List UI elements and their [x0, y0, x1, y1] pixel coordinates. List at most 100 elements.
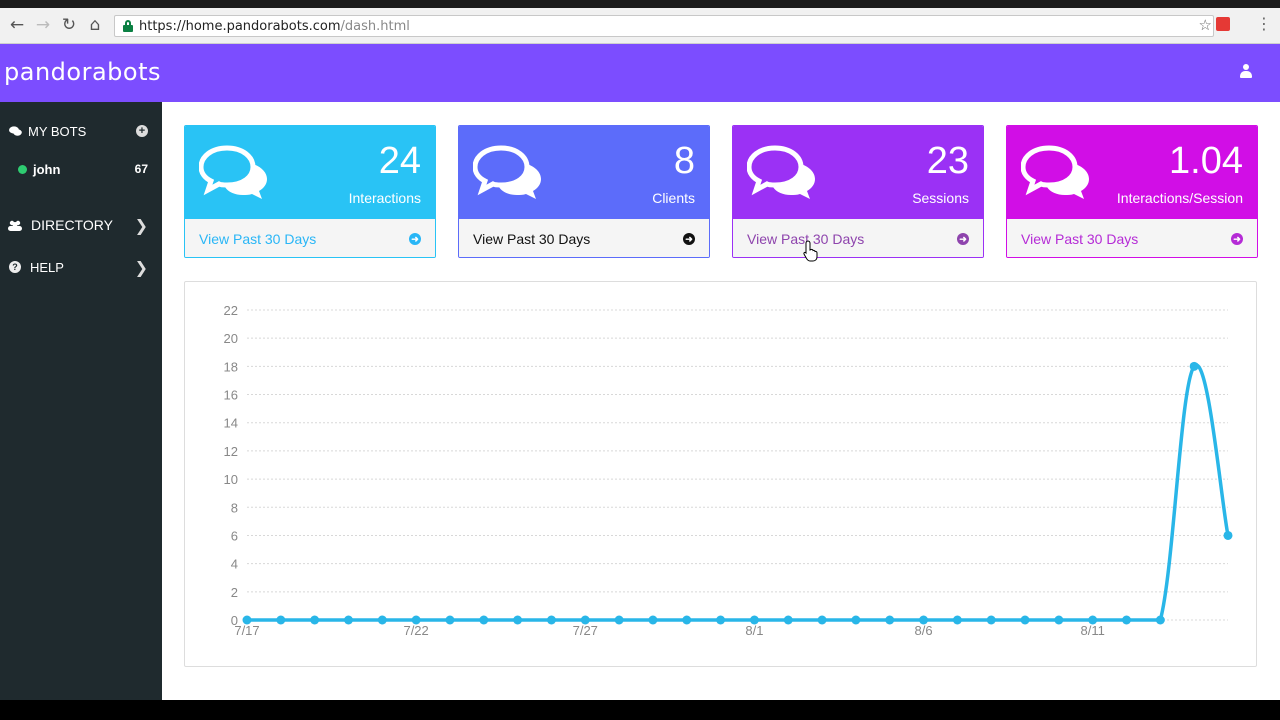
data-point[interactable]: [276, 615, 286, 625]
data-point[interactable]: [377, 615, 387, 625]
data-point[interactable]: [343, 615, 353, 625]
data-point[interactable]: [885, 615, 895, 625]
url-host: https://home.pandorabots.com: [139, 18, 341, 34]
data-point[interactable]: [411, 615, 421, 625]
data-point[interactable]: [1088, 615, 1098, 625]
data-point[interactable]: [851, 615, 861, 625]
data-point[interactable]: [1155, 615, 1165, 625]
data-point[interactable]: [1189, 361, 1199, 371]
users-icon: [8, 218, 22, 232]
data-point[interactable]: [479, 615, 489, 625]
y-tick-label: 10: [224, 472, 238, 487]
bottom-edge: [0, 700, 1280, 720]
sidebar-item-bot-john[interactable]: john 67: [0, 154, 162, 184]
stat-card-header: 24 Interactions: [185, 126, 435, 219]
stat-value: 24: [378, 140, 421, 182]
data-point[interactable]: [648, 615, 658, 625]
link-text: View Past 30 Days: [473, 231, 591, 247]
sidebar-item-directory[interactable]: DIRECTORY ❯: [0, 210, 162, 240]
comments-icon: [8, 124, 22, 138]
data-point[interactable]: [783, 615, 793, 625]
address-bar[interactable]: https://home.pandorabots.com/dash.html: [114, 15, 1214, 37]
y-tick-label: 22: [224, 303, 238, 318]
y-tick-label: 18: [224, 359, 238, 374]
main-content: 24 Interactions View Past 30 Days ➜ 8 Cl…: [162, 102, 1280, 700]
arrow-circle-right-icon: ➜: [409, 233, 421, 245]
arrow-circle-right-icon: ➜: [683, 233, 695, 245]
stat-card-interactions: 24 Interactions View Past 30 Days ➜: [184, 125, 436, 258]
lock-icon: [123, 20, 133, 32]
stat-label: Clients: [652, 190, 695, 206]
stat-card-header: 8 Clients: [459, 126, 709, 219]
online-status-dot: [18, 164, 27, 174]
sidebar-item-help[interactable]: ? HELP ❯: [0, 252, 162, 282]
line-chart: 02468101214161820227/17 7/22 7/27 8/1 8/6 8/1…: [224, 303, 1233, 638]
stat-card-sessions: 23 Sessions View Past 30 Days ➜: [732, 125, 984, 258]
data-point[interactable]: [614, 615, 624, 625]
stat-label: Interactions: [348, 190, 421, 206]
comments-icon: [747, 145, 815, 199]
data-point[interactable]: [952, 615, 962, 625]
chevron-right-icon: ❯: [134, 257, 148, 277]
bot-count: 67: [134, 162, 148, 176]
sidebar-item-my-bots[interactable]: MY BOTS +: [0, 116, 162, 146]
arrow-right-icon[interactable]: →: [32, 14, 54, 36]
x-tick-label: 8/1: [745, 623, 763, 638]
data-point[interactable]: [986, 615, 996, 625]
browser-menu-icon[interactable]: ⋮: [1256, 14, 1272, 33]
sidebar: [0, 102, 162, 700]
view-past-30-days-link[interactable]: View Past 30 Days ➜: [733, 219, 983, 257]
x-tick-label: 7/17: [234, 623, 259, 638]
arrow-circle-right-icon: ➜: [1231, 233, 1243, 245]
data-point[interactable]: [310, 615, 320, 625]
y-tick-label: 2: [231, 585, 238, 600]
plus-circle-icon[interactable]: +: [136, 125, 148, 137]
data-point[interactable]: [513, 615, 523, 625]
y-tick-label: 6: [231, 528, 238, 543]
y-tick-label: 14: [224, 416, 238, 431]
view-past-30-days-link[interactable]: View Past 30 Days ➜: [1007, 219, 1257, 257]
stat-label: Interactions/Session: [1116, 190, 1243, 206]
data-point[interactable]: [749, 615, 759, 625]
data-point[interactable]: [817, 615, 827, 625]
home-icon[interactable]: ⌂: [84, 14, 106, 36]
sidebar-item-label: DIRECTORY: [31, 217, 113, 233]
y-tick-label: 16: [224, 388, 238, 403]
data-point[interactable]: [445, 615, 455, 625]
data-point[interactable]: [682, 615, 692, 625]
data-point[interactable]: [919, 615, 929, 625]
x-tick-label: 7/22: [403, 623, 428, 638]
brand-logo[interactable]: pandorabots: [4, 58, 161, 86]
data-point[interactable]: [716, 615, 726, 625]
y-tick-label: 8: [231, 500, 238, 515]
link-text: View Past 30 Days: [1021, 231, 1139, 247]
data-point[interactable]: [1122, 615, 1132, 625]
comments-icon: [199, 145, 267, 199]
data-point[interactable]: [580, 615, 590, 625]
view-past-30-days-link[interactable]: View Past 30 Days ➜: [185, 219, 435, 257]
y-tick-label: 20: [224, 331, 238, 346]
user-icon[interactable]: [1240, 64, 1252, 80]
data-point[interactable]: [1223, 530, 1233, 540]
extension-icon[interactable]: [1216, 17, 1230, 31]
stat-label: Sessions: [912, 190, 969, 206]
x-tick-label: 7/27: [573, 623, 598, 638]
data-point[interactable]: [1020, 615, 1030, 625]
reload-icon[interactable]: ↻: [58, 14, 80, 36]
stat-value: 8: [673, 140, 695, 182]
link-text: View Past 30 Days: [199, 231, 317, 247]
arrow-left-icon[interactable]: ←: [6, 14, 28, 36]
data-point[interactable]: [242, 615, 252, 625]
comments-icon: [1021, 145, 1089, 199]
stat-card-header: 1.04 Interactions/Session: [1007, 126, 1257, 219]
y-tick-label: 4: [231, 557, 238, 572]
y-tick-label: 12: [224, 444, 238, 459]
data-point[interactable]: [546, 615, 556, 625]
stat-value: 23: [926, 140, 969, 182]
x-tick-label: 8/11: [1081, 623, 1105, 638]
stat-card-header: 23 Sessions: [733, 126, 983, 219]
bookmark-star-icon[interactable]: ☆: [1199, 16, 1212, 34]
view-past-30-days-link[interactable]: View Past 30 Days ➜: [459, 219, 709, 257]
hand-cursor-icon: [803, 240, 818, 262]
data-point[interactable]: [1054, 615, 1064, 625]
